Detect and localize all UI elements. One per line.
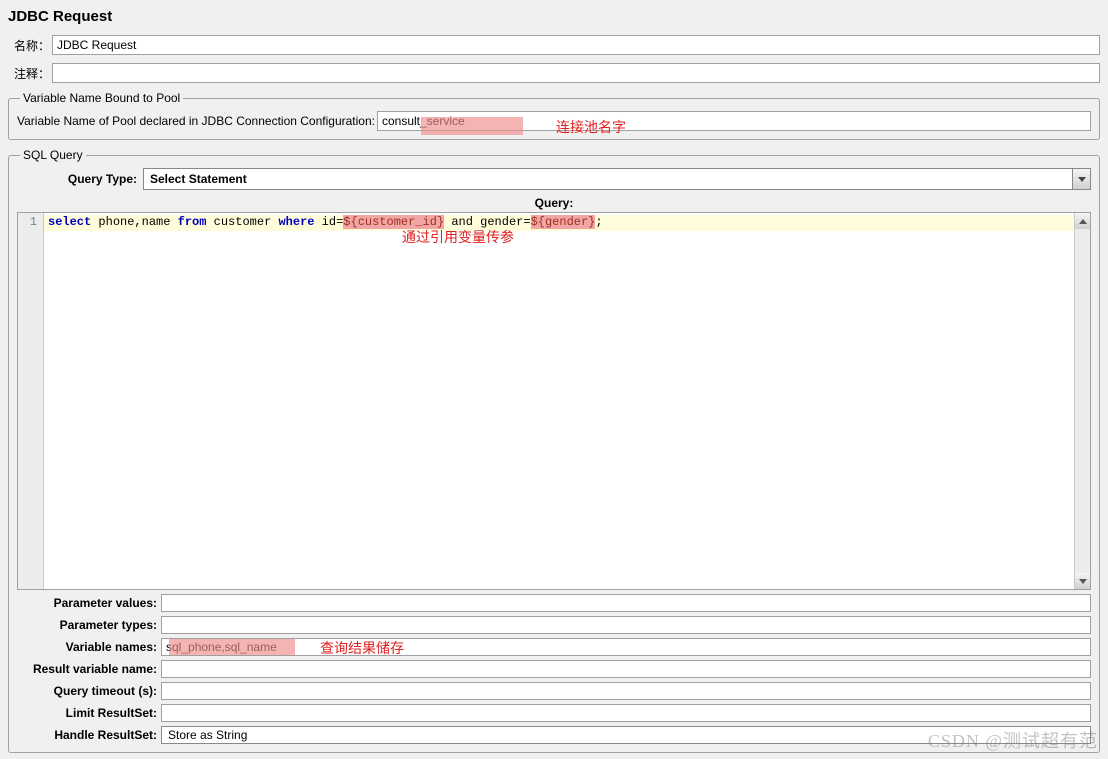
scrollbar-vertical[interactable] <box>1074 213 1090 589</box>
pool-input[interactable] <box>377 111 1091 131</box>
query-timeout-label: Query timeout (s): <box>17 684 157 698</box>
sql-editor[interactable]: 1 select phone,name from customer where … <box>17 212 1091 590</box>
param-types-label: Parameter types: <box>17 618 157 632</box>
scroll-up-icon[interactable] <box>1075 213 1090 229</box>
name-label: 名称： <box>8 37 52 54</box>
param-values-label: Parameter values: <box>17 596 157 610</box>
sql-fieldset: SQL Query Query Type: Select Statement Q… <box>8 148 1100 753</box>
name-input[interactable] <box>52 35 1100 55</box>
editor-body[interactable]: select phone,name from customer where id… <box>44 213 1074 589</box>
comment-input[interactable] <box>52 63 1100 83</box>
variable-names-input[interactable] <box>161 638 1091 656</box>
limit-resultset-input[interactable] <box>161 704 1091 722</box>
scroll-down-icon[interactable] <box>1075 573 1090 589</box>
page-title: JDBC Request <box>8 8 1100 25</box>
query-header: Query: <box>17 196 1091 210</box>
limit-resultset-label: Limit ResultSet: <box>17 706 157 720</box>
watermark: CSDN @测试超有范 <box>928 727 1098 753</box>
line-number: 1 <box>18 215 43 231</box>
result-var-label: Result variable name: <box>17 662 157 676</box>
chevron-down-icon[interactable] <box>1072 169 1090 189</box>
sql-legend: SQL Query <box>20 148 86 162</box>
param-values-input[interactable] <box>161 594 1091 612</box>
variable-names-label: Variable names: <box>17 640 157 654</box>
editor-gutter: 1 <box>18 213 44 589</box>
query-type-label: Query Type: <box>17 172 137 186</box>
comment-label: 注释： <box>8 65 52 82</box>
param-types-input[interactable] <box>161 616 1091 634</box>
sql-code-line[interactable]: select phone,name from customer where id… <box>48 215 1074 231</box>
query-timeout-input[interactable] <box>161 682 1091 700</box>
handle-resultset-label: Handle ResultSet: <box>17 728 157 742</box>
pool-fieldset: Variable Name Bound to Pool Variable Nam… <box>8 91 1100 140</box>
query-type-select[interactable]: Select Statement <box>143 168 1091 190</box>
query-type-value: Select Statement <box>144 169 1072 189</box>
result-var-input[interactable] <box>161 660 1091 678</box>
pool-label: Variable Name of Pool declared in JDBC C… <box>17 114 375 128</box>
pool-legend: Variable Name Bound to Pool <box>20 91 183 105</box>
